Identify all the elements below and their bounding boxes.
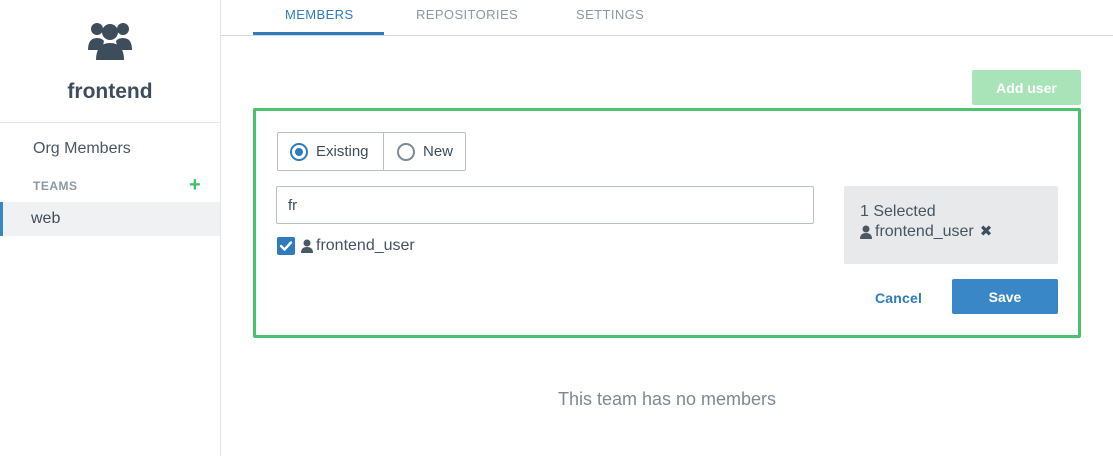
mode-existing-label: Existing [316,143,369,160]
close-icon[interactable]: ✖ [980,224,993,240]
search-result-item[interactable]: frontend_user [277,236,415,256]
selected-count: 1 Selected [860,203,936,220]
teams-section-label: TEAMS [33,179,78,193]
mode-new-option[interactable]: New [384,133,453,170]
user-icon [301,239,313,253]
tab-bar: MEMBERS REPOSITORIES SETTINGS [221,0,1113,36]
radio-unchecked-icon [397,142,415,161]
save-button[interactable]: Save [952,279,1058,314]
member-mode-toggle: Existing New [277,132,466,171]
tab-settings[interactable]: SETTINGS [576,7,644,22]
check-icon [279,241,293,251]
mode-existing-option[interactable]: Existing [278,133,384,170]
sidebar-item-org-members[interactable]: Org Members [33,140,131,158]
search-result-username: frontend_user [316,237,415,254]
team-name: frontend [67,80,153,103]
sidebar-item-label: web [31,210,61,227]
selected-users-box: 1 Selected frontend_user ✖ [844,186,1058,264]
user-search-input[interactable] [276,186,814,224]
users-icon [88,23,132,60]
user-icon [860,225,872,239]
radio-checked-icon [290,142,308,161]
sidebar-item-team-web[interactable]: web [0,202,220,236]
add-member-panel: Existing New frontend_user 1 Selected fr… [253,108,1081,338]
tab-repositories[interactable]: REPOSITORIES [416,7,518,22]
mode-new-label: New [423,143,454,160]
cancel-button[interactable]: Cancel [875,290,922,306]
team-header: frontend [0,0,220,123]
tab-members[interactable]: MEMBERS [285,7,354,22]
empty-members-message: This team has no members [557,389,777,409]
active-tab-indicator [253,32,384,35]
checkbox-checked[interactable] [277,237,295,255]
sidebar: frontend Org Members TEAMS + web [0,0,221,456]
add-team-button[interactable]: + [189,175,201,195]
add-user-button[interactable]: Add user [972,70,1081,105]
selected-user-chip: frontend_user ✖ [860,223,992,241]
selected-username: frontend_user [875,223,974,240]
